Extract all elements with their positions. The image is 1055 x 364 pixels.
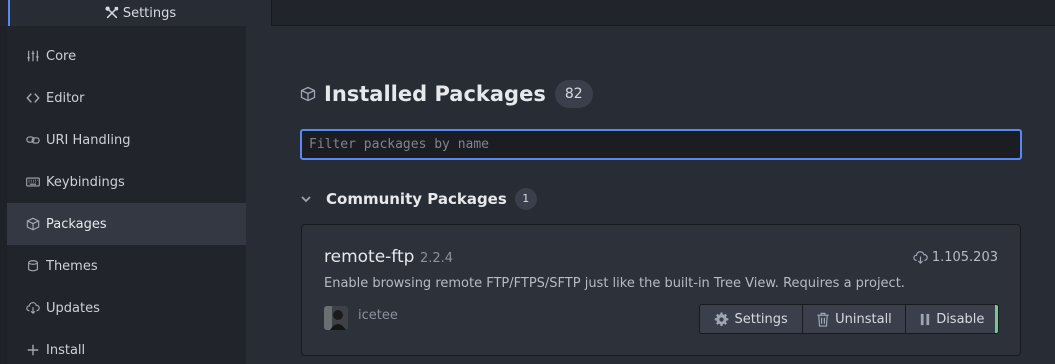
disable-button-label: Disable (936, 311, 985, 327)
cloud-download-icon (913, 250, 928, 265)
settings-button-label: Settings (734, 311, 788, 327)
page-title: Installed Packages (324, 82, 546, 106)
sidebar-item-install[interactable]: Install (7, 329, 246, 364)
tab-bar: Settings (0, 0, 1055, 26)
sidebar-item-uri-handling[interactable]: URI Handling (7, 119, 246, 161)
settings-button[interactable]: Settings (700, 305, 804, 333)
package-version: 2.2.4 (420, 251, 454, 266)
package-actions: Settings Uninstall Disable (699, 304, 999, 334)
sidebar-item-label: Keybindings (46, 174, 125, 190)
avatar[interactable] (324, 306, 348, 330)
sidebar-item-label: Updates (46, 300, 100, 316)
link-icon (25, 132, 41, 148)
sidebar-item-label: Core (46, 48, 77, 64)
sidebar-item-updates[interactable]: Updates (7, 287, 246, 329)
sidebar-item-packages[interactable]: Packages (7, 203, 246, 245)
package-icon (25, 216, 41, 232)
package-description: Enable browsing remote FTP/FTPS/SFTP jus… (324, 276, 905, 291)
sidebar-item-label: Install (46, 342, 86, 358)
keyboard-icon (25, 174, 41, 190)
paintcan-icon (25, 258, 41, 274)
community-packages-title: Community Packages (326, 190, 507, 208)
code-icon (25, 90, 41, 106)
uninstall-button-label: Uninstall (835, 311, 892, 327)
package-icon (300, 86, 316, 102)
tab-label: Settings (122, 5, 177, 21)
pause-icon (919, 313, 931, 326)
package-author[interactable]: icetee (358, 308, 398, 323)
gear-icon (714, 311, 729, 327)
sidebar-edge (0, 26, 7, 364)
trash-icon (816, 312, 830, 327)
tab-bar-empty (271, 0, 1055, 26)
package-name[interactable]: remote-ftp (324, 247, 414, 267)
sidebar-item-themes[interactable]: Themes (7, 245, 246, 287)
tools-icon (105, 6, 119, 20)
uninstall-button[interactable]: Uninstall (803, 305, 906, 333)
sliders-icon (25, 48, 41, 64)
disable-button[interactable]: Disable (905, 305, 998, 333)
sidebar-item-label: Packages (46, 216, 107, 232)
package-card[interactable]: remote-ftp 2.2.4 1.105.203 Enable browsi… (301, 224, 1021, 356)
filter-packages-input[interactable] (300, 129, 1022, 160)
plus-icon (25, 342, 41, 358)
community-count-badge: 1 (514, 188, 537, 210)
section-header: Installed Packages 82 (300, 80, 593, 108)
sidebar-item-label: Editor (46, 90, 85, 106)
chevron-down-icon (300, 193, 312, 205)
download-count-value: 1.105.203 (931, 250, 998, 265)
community-packages-header[interactable]: Community Packages 1 (300, 188, 537, 210)
download-count: 1.105.203 (913, 250, 998, 265)
sidebar-item-label: URI Handling (46, 132, 131, 148)
tab-settings[interactable]: Settings (8, 0, 271, 26)
installed-count-badge: 82 (554, 80, 593, 108)
sidebar-item-label: Themes (46, 258, 98, 274)
sidebar-item-keybindings[interactable]: Keybindings (7, 161, 246, 203)
sidebar-item-core[interactable]: Core (7, 35, 246, 77)
sidebar-item-editor[interactable]: Editor (7, 77, 246, 119)
cloud-download-icon (25, 300, 41, 316)
